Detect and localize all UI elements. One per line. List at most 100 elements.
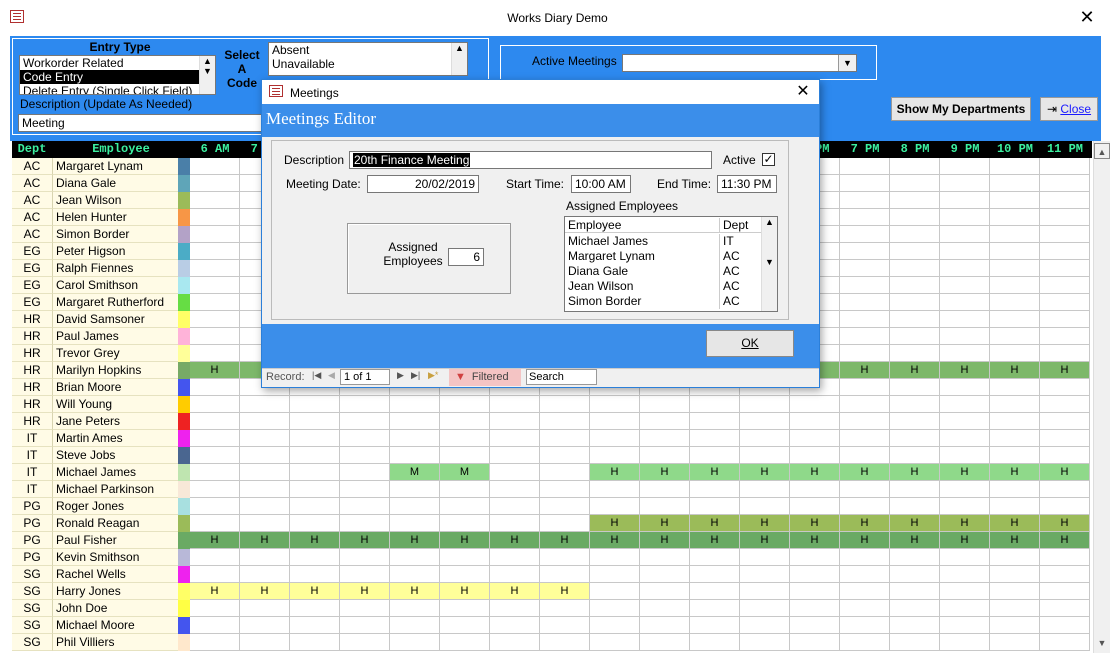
hour-slot[interactable]: [190, 600, 240, 617]
description-input[interactable]: Meeting: [18, 114, 263, 132]
hour-slot[interactable]: [490, 447, 540, 464]
hour-slot[interactable]: [390, 600, 440, 617]
hour-slot[interactable]: [1040, 311, 1090, 328]
hour-slot[interactable]: H: [640, 464, 690, 481]
hour-slot[interactable]: [840, 175, 890, 192]
hour-slot[interactable]: [1040, 600, 1090, 617]
hour-slot[interactable]: H: [740, 532, 790, 549]
hour-slot[interactable]: [740, 617, 790, 634]
hour-slot[interactable]: [740, 481, 790, 498]
hour-slot[interactable]: [490, 634, 540, 651]
hour-slot[interactable]: [490, 600, 540, 617]
employee-cell[interactable]: Peter Higson: [52, 243, 178, 260]
employee-cell[interactable]: Roger Jones: [52, 498, 178, 515]
hour-slot[interactable]: [740, 566, 790, 583]
hour-slot[interactable]: [290, 634, 340, 651]
hour-slot[interactable]: [740, 583, 790, 600]
hour-slot[interactable]: [690, 498, 740, 515]
hour-slot[interactable]: [790, 447, 840, 464]
hour-slot[interactable]: [590, 413, 640, 430]
hour-slot[interactable]: H: [1040, 362, 1090, 379]
hour-slot[interactable]: [990, 345, 1040, 362]
hour-slot[interactable]: [790, 566, 840, 583]
hour-slot[interactable]: H: [290, 583, 340, 600]
hour-slot[interactable]: [940, 328, 990, 345]
hour-slot[interactable]: [1040, 209, 1090, 226]
hour-slot[interactable]: [240, 566, 290, 583]
hour-slot[interactable]: [940, 226, 990, 243]
hour-slot[interactable]: [1040, 379, 1090, 396]
assigned-list-scrollbar[interactable]: ▲ ▼: [761, 217, 777, 311]
hour-slot[interactable]: [840, 277, 890, 294]
hour-slot[interactable]: [490, 481, 540, 498]
hour-slot[interactable]: [490, 617, 540, 634]
hour-slot[interactable]: [840, 209, 890, 226]
hour-slot[interactable]: H: [290, 532, 340, 549]
hour-slot[interactable]: H: [990, 532, 1040, 549]
employee-cell[interactable]: Phil Villiers: [52, 634, 178, 651]
hour-slot[interactable]: [890, 226, 940, 243]
hour-slot[interactable]: [740, 498, 790, 515]
entry-type-item[interactable]: Delete Entry (Single Click Field): [20, 84, 215, 94]
hour-slot[interactable]: [390, 447, 440, 464]
scroll-up-icon[interactable]: ▲: [1094, 143, 1110, 159]
hour-slot[interactable]: [390, 396, 440, 413]
hour-slot[interactable]: H: [890, 362, 940, 379]
hour-slot[interactable]: [890, 277, 940, 294]
hour-slot[interactable]: [990, 158, 1040, 175]
entry-type-listbox[interactable]: Workorder Related Code Entry Delete Entry …: [19, 55, 216, 95]
hour-slot[interactable]: [490, 498, 540, 515]
hour-slot[interactable]: [940, 260, 990, 277]
hour-slot[interactable]: [1040, 566, 1090, 583]
hour-slot[interactable]: [690, 634, 740, 651]
hour-slot[interactable]: [1040, 413, 1090, 430]
hour-slot[interactable]: [540, 396, 590, 413]
hour-slot[interactable]: [540, 634, 590, 651]
hour-slot[interactable]: [590, 600, 640, 617]
entry-type-item[interactable]: Code Entry: [20, 70, 215, 84]
code-item[interactable]: Absent: [269, 43, 467, 57]
hour-slot[interactable]: [290, 430, 340, 447]
search-input[interactable]: Search: [526, 369, 597, 385]
hour-slot[interactable]: [690, 396, 740, 413]
hour-slot[interactable]: [640, 566, 690, 583]
hour-slot[interactable]: [1040, 549, 1090, 566]
hour-slot[interactable]: [240, 549, 290, 566]
hour-slot[interactable]: [190, 345, 240, 362]
hour-slot[interactable]: [590, 549, 640, 566]
hour-slot[interactable]: [390, 430, 440, 447]
hour-slot[interactable]: [290, 464, 340, 481]
hour-slot[interactable]: [940, 311, 990, 328]
hour-slot[interactable]: [440, 515, 490, 532]
hour-slot[interactable]: [1040, 192, 1090, 209]
hour-slot[interactable]: [290, 481, 340, 498]
employee-cell[interactable]: Will Young: [52, 396, 178, 413]
hour-slot[interactable]: [340, 617, 390, 634]
hour-slot[interactable]: [390, 566, 440, 583]
employee-cell[interactable]: Trevor Grey: [52, 345, 178, 362]
hour-slot[interactable]: [690, 481, 740, 498]
show-departments-button[interactable]: Show My Departments: [891, 97, 1031, 121]
hour-slot[interactable]: [690, 549, 740, 566]
hour-slot[interactable]: [890, 634, 940, 651]
hour-slot[interactable]: H: [790, 532, 840, 549]
hour-slot[interactable]: [640, 481, 690, 498]
hour-slot[interactable]: [1040, 226, 1090, 243]
assigned-employees-list[interactable]: Employee Dept Michael James IT Margaret Ly…: [564, 216, 778, 312]
hour-slot[interactable]: [540, 498, 590, 515]
hour-slot[interactable]: [440, 634, 490, 651]
hour-slot[interactable]: [840, 634, 890, 651]
hour-slot[interactable]: [440, 396, 490, 413]
hour-slot[interactable]: H: [190, 362, 240, 379]
hour-slot[interactable]: H: [590, 532, 640, 549]
chevron-down-icon[interactable]: ▼: [838, 55, 856, 71]
hour-slot[interactable]: [840, 430, 890, 447]
hour-slot[interactable]: H: [1040, 515, 1090, 532]
hour-slot[interactable]: [990, 294, 1040, 311]
hour-slot[interactable]: [690, 583, 740, 600]
hour-slot[interactable]: [790, 413, 840, 430]
hour-slot[interactable]: [590, 583, 640, 600]
hour-slot[interactable]: [840, 617, 890, 634]
hour-slot[interactable]: [540, 617, 590, 634]
hour-slot[interactable]: [740, 396, 790, 413]
